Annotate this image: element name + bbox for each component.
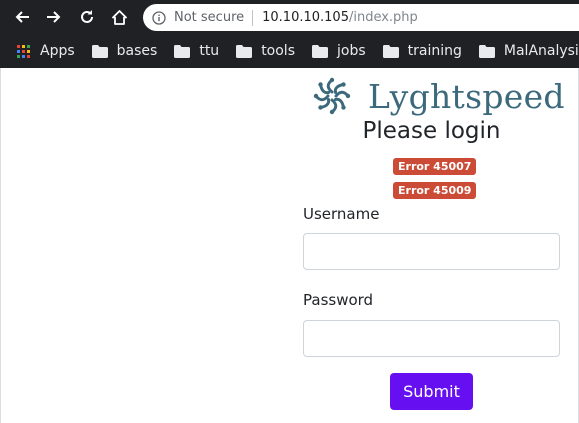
password-input[interactable] <box>303 320 560 357</box>
page-title: Please login <box>362 118 501 144</box>
folder-icon <box>382 44 399 58</box>
password-label: Password <box>303 291 374 309</box>
folder-icon <box>236 44 253 58</box>
bookmark-bases[interactable]: bases <box>91 43 158 59</box>
url-text[interactable]: 10.10.10.105/index.php <box>262 10 418 25</box>
bookmark-label: Apps <box>40 43 75 59</box>
apps-grid-icon <box>15 44 31 58</box>
browser-toolbar: Not secure 10.10.10.105/index.php <box>0 0 579 34</box>
bookmark-label: tools <box>261 43 295 59</box>
brand-name: Lyghtspeed <box>368 76 565 116</box>
folder-icon <box>312 44 328 58</box>
error-badge: Error 45007 <box>393 158 477 175</box>
bookmark-apps[interactable]: Apps <box>15 43 75 59</box>
browser-chrome: Not secure 10.10.10.105/index.php Apps b… <box>0 0 579 68</box>
brand: Lyghtspeed <box>312 76 565 116</box>
username-label: Username <box>303 205 380 223</box>
bookmark-ttu[interactable]: ttu <box>174 43 219 59</box>
folder-icon <box>91 44 108 58</box>
bookmark-label: training <box>407 43 462 59</box>
bookmark-label: jobs <box>337 43 366 59</box>
address-bar[interactable]: Not secure 10.10.10.105/index.php <box>143 4 579 31</box>
bookmark-label: bases <box>116 43 158 59</box>
security-label: Not secure <box>174 10 245 25</box>
bookmark-tools[interactable]: tools <box>236 43 295 59</box>
url-host: 10.10.10.105 <box>262 10 349 25</box>
bookmark-malanalysis[interactable]: MalAnalysis <box>478 43 579 59</box>
bookmark-label: MalAnalysis <box>503 43 579 59</box>
brand-logo-icon <box>313 77 351 115</box>
bookmark-jobs[interactable]: jobs <box>312 43 366 59</box>
error-badge: Error 45009 <box>393 182 477 199</box>
username-input[interactable] <box>303 233 560 270</box>
url-path: /index.php <box>348 10 418 25</box>
back-arrow-icon[interactable] <box>13 8 31 26</box>
forward-arrow-icon[interactable] <box>45 8 63 26</box>
folder-icon <box>478 44 495 58</box>
page-content: Lyghtspeed Please login Error 45007 Erro… <box>0 68 579 423</box>
home-icon[interactable] <box>110 8 128 26</box>
omnibox-divider <box>252 9 254 26</box>
reload-icon[interactable] <box>78 8 96 26</box>
submit-button[interactable]: Submit <box>390 373 473 410</box>
bookmarks-bar: Apps bases ttu tools jobs training MalAn… <box>0 34 579 68</box>
info-icon[interactable] <box>152 10 166 25</box>
bookmark-training[interactable]: training <box>382 43 462 59</box>
folder-icon <box>174 44 191 58</box>
bookmark-label: ttu <box>199 43 220 59</box>
